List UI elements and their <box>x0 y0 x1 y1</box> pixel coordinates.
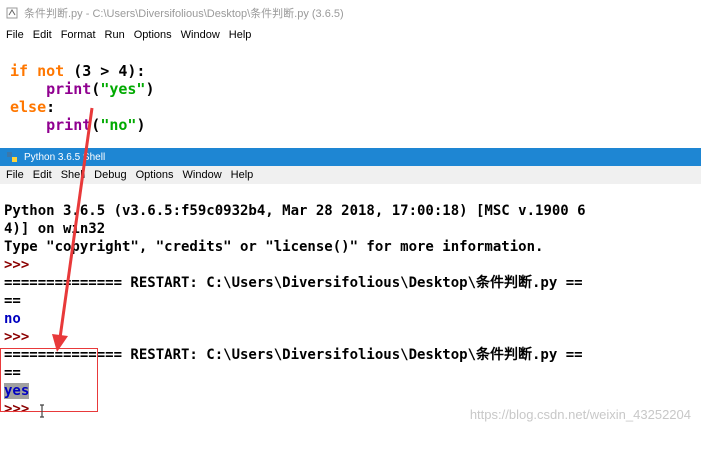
editor-window: 条件判断.py - C:\Users\Diversifolious\Deskto… <box>0 0 701 148</box>
prompt: >>> <box>4 257 30 273</box>
python-logo-icon <box>6 151 18 163</box>
restart-continuation: == <box>4 293 21 309</box>
restart-line: ============== RESTART: C:\Users\Diversi… <box>4 275 583 291</box>
banner-line-2: 4)] on win32 <box>4 221 106 237</box>
editor-title: 条件判断.py - C:\Users\Diversifolious\Deskto… <box>24 8 344 20</box>
menu-options[interactable]: Options <box>134 29 172 41</box>
menu-edit[interactable]: Edit <box>33 169 52 181</box>
highlight-box <box>0 348 98 412</box>
editor-menubar: File Edit Format Run Options Window Help <box>0 26 701 44</box>
banner-line-3: Type "copyright", "credits" or "license(… <box>4 239 544 255</box>
restart-continuation: == <box>4 365 21 381</box>
menu-file[interactable]: File <box>6 29 24 41</box>
restart-line: ============== RESTART: C:\Users\Diversi… <box>4 347 583 363</box>
editor-titlebar[interactable]: 条件判断.py - C:\Users\Diversifolious\Deskto… <box>0 0 701 26</box>
prompt: >>> <box>4 329 30 345</box>
code-line-1: if not (3 > 4): <box>10 62 146 80</box>
menu-window[interactable]: Window <box>183 169 222 181</box>
idle-file-icon <box>6 7 18 19</box>
shell-menubar: File Edit Shell Debug Options Window Hel… <box>0 166 701 184</box>
output-yes-line: yes <box>4 382 701 400</box>
menu-format[interactable]: Format <box>61 29 96 41</box>
code-line-2: print("yes") <box>46 80 155 98</box>
shell-window: Python 3.6.5 Shell File Edit Shell Debug… <box>0 148 701 432</box>
menu-debug[interactable]: Debug <box>94 169 126 181</box>
menu-help[interactable]: Help <box>231 169 254 181</box>
text-cursor-icon <box>40 404 44 418</box>
watermark: https://blog.csdn.net/weixin_43252204 <box>469 407 691 422</box>
output-no: no <box>4 311 21 327</box>
menu-file[interactable]: File <box>6 169 24 181</box>
menu-options[interactable]: Options <box>136 169 174 181</box>
menu-shell[interactable]: Shell <box>61 169 85 181</box>
menu-run[interactable]: Run <box>105 29 125 41</box>
menu-help[interactable]: Help <box>229 29 252 41</box>
code-line-3: else: <box>10 98 56 116</box>
banner-line-1: Python 3.6.5 (v3.6.5:f59c0932b4, Mar 28 … <box>4 203 586 219</box>
shell-title: Python 3.6.5 Shell <box>24 151 106 163</box>
menu-edit[interactable]: Edit <box>33 29 52 41</box>
shell-titlebar[interactable]: Python 3.6.5 Shell <box>0 148 701 166</box>
code-line-4: print("no") <box>46 116 146 134</box>
menu-window[interactable]: Window <box>181 29 220 41</box>
